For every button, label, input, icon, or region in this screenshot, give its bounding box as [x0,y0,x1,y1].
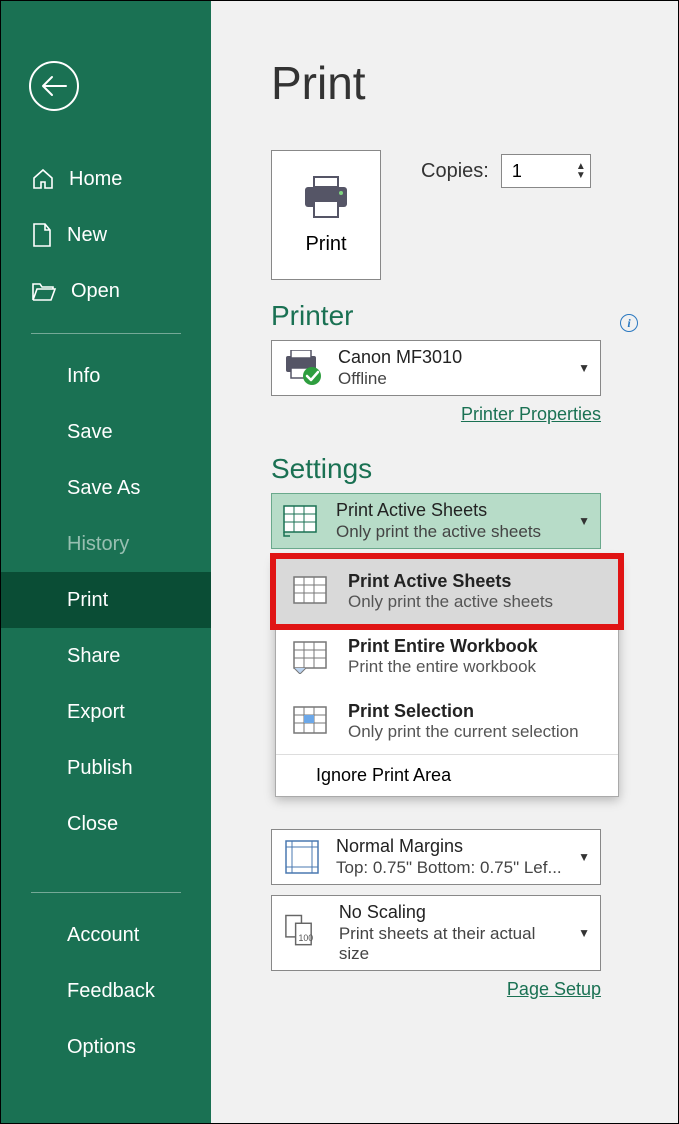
sheets-icon [292,575,332,609]
option-title: Print Entire Workbook [348,636,538,657]
nav-label: Print [67,589,108,612]
nav-save[interactable]: Save [1,404,211,460]
option-print-entire-workbook[interactable]: Print Entire Workbook Print the entire w… [276,624,618,689]
chevron-down-icon: ▼ [578,514,590,528]
option-title: Print Active Sheets [348,571,553,592]
nav-history: History [1,516,211,572]
print-what-flyout: Print Active Sheets Only print the activ… [275,558,619,797]
nav-label: Account [67,924,139,947]
printer-status-icon [282,350,324,386]
spinner-down-icon[interactable]: ▼ [576,171,586,180]
nav-export[interactable]: Export [1,684,211,740]
nav-info[interactable]: Info [1,348,211,404]
nav-feedback[interactable]: Feedback [1,963,211,1019]
option-print-selection[interactable]: Print Selection Only print the current s… [276,689,618,754]
chevron-down-icon: ▼ [578,926,590,940]
print-button-label: Print [305,233,346,256]
option-ignore-print-area[interactable]: Ignore Print Area [276,754,618,796]
folder-open-icon [31,280,57,302]
print-what-dropdown[interactable]: Print Active Sheets Only print the activ… [271,493,601,549]
nav-account[interactable]: Account [1,907,211,963]
sheets-icon [282,504,322,538]
option-subtitle: Only print the current selection [348,722,579,742]
document-icon [31,222,53,248]
nav-label: Open [71,280,120,303]
printer-section-title: Printer [271,300,353,332]
nav-publish[interactable]: Publish [1,740,211,796]
nav-close[interactable]: Close [1,796,211,852]
margins-dropdown[interactable]: Normal Margins Top: 0.75" Bottom: 0.75" … [271,829,601,885]
nav-label: Export [67,701,125,724]
copies-value: 1 [512,161,522,182]
back-button[interactable] [29,61,79,111]
nav-open[interactable]: Open [1,263,211,319]
nav-label: New [67,224,107,247]
chevron-down-icon: ▼ [578,361,590,375]
separator [31,333,181,334]
margins-icon [282,837,322,877]
nav-print[interactable]: Print [1,572,211,628]
print-button[interactable]: Print [271,150,381,280]
nav-label: Home [69,168,122,191]
nav-label: Save As [67,477,140,500]
settings-section-title: Settings [271,453,638,485]
home-icon [31,167,55,191]
dropdown-subtitle: Print sheets at their actual size [339,924,564,964]
dropdown-subtitle: Top: 0.75" Bottom: 0.75" Lef... [336,858,562,878]
backstage-sidebar: Home New Open Info Save Save As History … [1,1,211,1123]
printer-dropdown[interactable]: Canon MF3010 Offline ▼ [271,340,601,396]
nav-label: Close [67,813,118,836]
scaling-dropdown[interactable]: 100 No Scaling Print sheets at their act… [271,895,601,971]
nav-label: Publish [67,757,133,780]
chevron-down-icon: ▼ [578,850,590,864]
dropdown-subtitle: Only print the active sheets [336,522,541,542]
page-title: Print [271,56,638,110]
nav-share[interactable]: Share [1,628,211,684]
nav-new[interactable]: New [1,207,211,263]
workbook-icon [292,640,332,674]
copies-spinner[interactable]: 1 ▲ ▼ [501,154,591,188]
scaling-icon: 100 [282,913,325,953]
dropdown-title: Normal Margins [336,836,562,857]
printer-status: Offline [338,369,462,389]
nav-label: Share [67,645,120,668]
dropdown-title: No Scaling [339,902,564,923]
nav-label: Save [67,421,113,444]
copies-label: Copies: [421,160,489,183]
printer-name: Canon MF3010 [338,347,462,368]
selection-icon [292,705,332,739]
page-setup-link[interactable]: Page Setup [271,979,601,1000]
option-subtitle: Only print the active sheets [348,592,553,612]
nav-options[interactable]: Options [1,1019,211,1075]
nav-home[interactable]: Home [1,151,211,207]
option-subtitle: Print the entire workbook [348,657,538,677]
dropdown-title: Print Active Sheets [336,500,541,521]
printer-icon [301,175,351,219]
option-title: Print Selection [348,701,579,722]
info-icon[interactable]: i [620,314,638,332]
separator [31,892,181,893]
nav-label: Options [67,1036,136,1059]
nav-label: Info [67,365,100,388]
nav-label: History [67,533,129,556]
svg-text:100: 100 [299,933,314,943]
nav-label: Feedback [67,980,155,1003]
printer-properties-link[interactable]: Printer Properties [271,404,601,425]
option-print-active-sheets[interactable]: Print Active Sheets Only print the activ… [276,559,618,624]
nav-save-as[interactable]: Save As [1,460,211,516]
